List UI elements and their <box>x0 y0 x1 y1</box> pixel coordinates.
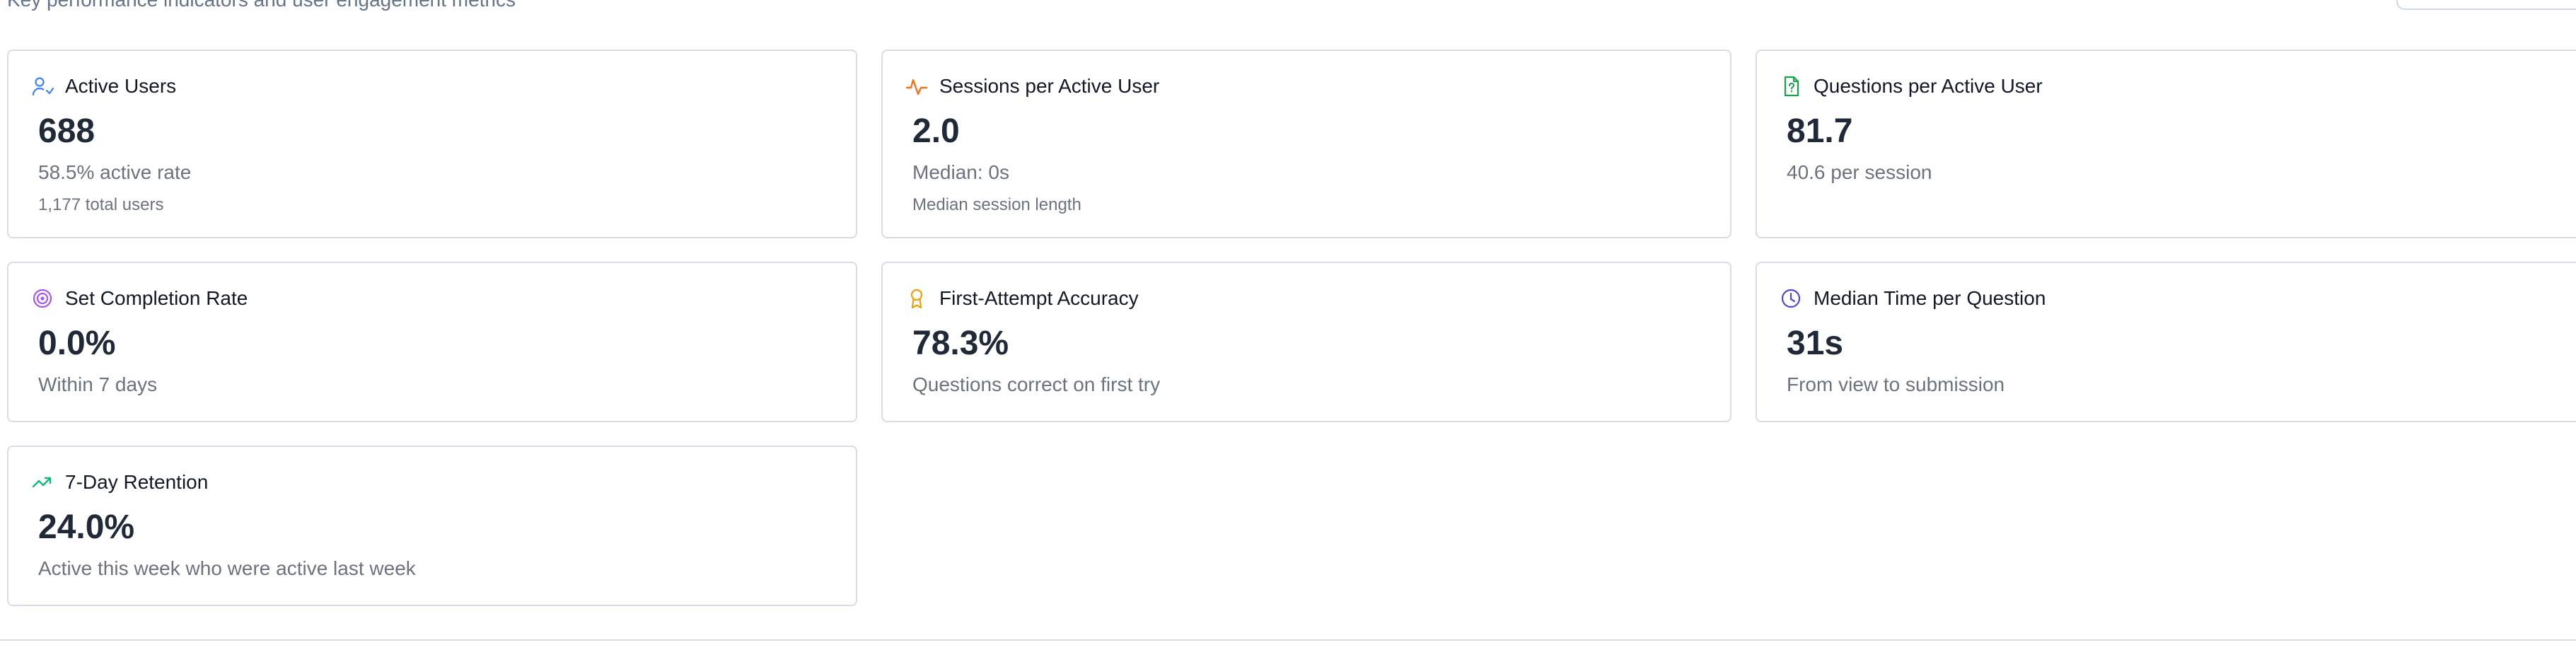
kpi-dashboard: Key performance indicators and user enga… <box>0 0 2576 645</box>
bottom-divider <box>0 639 2576 641</box>
header-action-button[interactable] <box>2396 0 2576 10</box>
metric-secondary: Median: 0s <box>912 161 1009 183</box>
metric-card-questions-per-active-user: Questions per Active User 81.7 40.6 per … <box>1756 50 2576 238</box>
metric-card-active-users: Active Users 688 58.5% active rate 1,177… <box>7 50 857 238</box>
clock-icon <box>1780 287 1802 310</box>
metric-secondary: Active this week who were active last we… <box>38 557 416 579</box>
metric-tertiary: Median session length <box>912 195 1081 214</box>
metric-secondary: From view to submission <box>1787 373 2005 395</box>
metric-card-set-completion-rate: Set Completion Rate 0.0% Within 7 days <box>7 262 857 422</box>
metric-value: 81.7 <box>1787 112 1853 150</box>
metric-title: First-Attempt Accuracy <box>939 287 1139 309</box>
card-header: First-Attempt Accuracy <box>905 287 1139 310</box>
metric-value: 24.0% <box>38 509 135 546</box>
card-header: Questions per Active User <box>1780 75 2043 98</box>
metric-card-sessions-per-active-user: Sessions per Active User 2.0 Median: 0s … <box>881 50 1731 238</box>
metric-value: 688 <box>38 112 95 150</box>
card-header: Median Time per Question <box>1780 287 2046 310</box>
metric-secondary: 40.6 per session <box>1787 161 1932 183</box>
metric-value: 78.3% <box>912 325 1009 362</box>
metric-card-median-time-per-question: Median Time per Question 31s From view t… <box>1756 262 2576 422</box>
metric-value: 2.0 <box>912 112 960 150</box>
section-subtitle: Key performance indicators and user enga… <box>7 0 516 11</box>
target-icon <box>31 287 54 310</box>
metric-secondary: Within 7 days <box>38 373 158 395</box>
metric-value: 0.0% <box>38 325 116 362</box>
metric-secondary: 58.5% active rate <box>38 161 192 183</box>
metric-tertiary: 1,177 total users <box>38 195 164 214</box>
metric-title: Active Users <box>65 75 177 97</box>
question-file-icon <box>1780 75 1802 98</box>
metric-title: Median Time per Question <box>1814 287 2046 309</box>
card-header: 7-Day Retention <box>31 471 208 494</box>
metric-title: 7-Day Retention <box>65 471 209 493</box>
users-icon <box>31 75 54 98</box>
award-icon <box>905 287 928 310</box>
metric-value: 31s <box>1787 325 1844 362</box>
metric-card-7-day-retention: 7-Day Retention 24.0% Active this week w… <box>7 446 857 606</box>
metric-secondary: Questions correct on first try <box>912 373 1161 395</box>
card-header: Active Users <box>31 75 176 98</box>
metric-title: Set Completion Rate <box>65 287 248 309</box>
activity-icon <box>905 75 928 98</box>
card-header: Set Completion Rate <box>31 287 248 310</box>
card-header: Sessions per Active User <box>905 75 1159 98</box>
metric-title: Questions per Active User <box>1814 75 2043 97</box>
trending-up-icon <box>31 471 54 494</box>
metric-title: Sessions per Active User <box>939 75 1160 97</box>
metric-card-first-attempt-accuracy: First-Attempt Accuracy 78.3% Questions c… <box>881 262 1731 422</box>
